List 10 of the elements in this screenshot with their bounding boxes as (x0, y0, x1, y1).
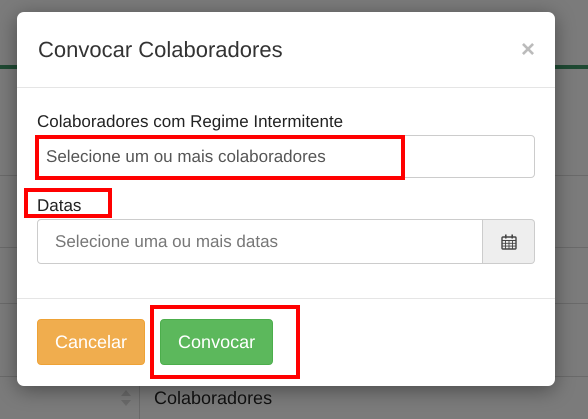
field-label: Colaboradores com Regime Intermitente (37, 112, 344, 131)
dialog-title: Convocar Colaboradores (38, 36, 283, 62)
field-label: Datas (37, 196, 82, 215)
calendar-icon (500, 234, 516, 250)
table-header: Colaboradores (154, 388, 272, 408)
date-field[interactable]: Selecione uma ou mais datas (37, 219, 483, 264)
close-button[interactable]: × (520, 36, 535, 64)
calendar-button[interactable] (483, 219, 535, 264)
cancel-button[interactable]: Cancelar (37, 319, 146, 365)
submit-button[interactable]: Convocar (160, 319, 274, 365)
